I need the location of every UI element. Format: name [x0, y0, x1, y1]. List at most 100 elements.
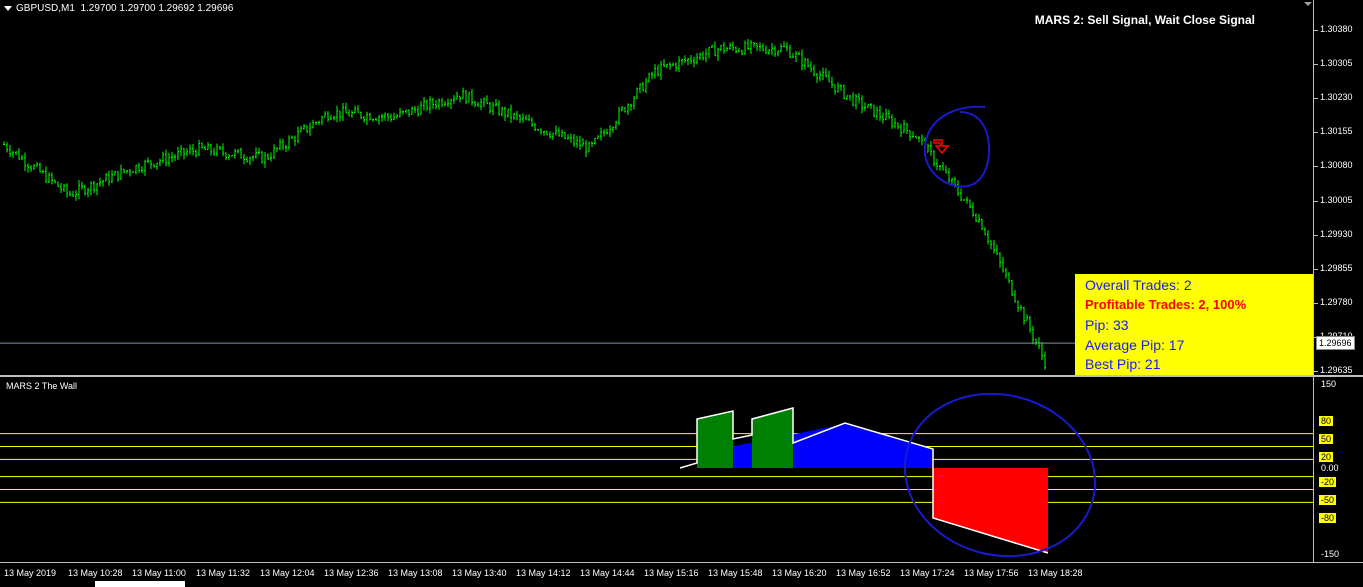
price-bar: [861, 95, 863, 114]
price-bar: [867, 103, 869, 109]
price-tick-label: 1.29855: [1320, 262, 1353, 273]
price-bar: [42, 169, 44, 174]
price-bar: [330, 114, 332, 120]
price-chart-pane[interactable]: GBPUSD,M1 1.29700 1.29700 1.29692 1.2969…: [0, 0, 1315, 375]
average-pip: Average Pip: 17: [1085, 337, 1185, 353]
indicator-chart[interactable]: [0, 377, 1313, 562]
price-bar: [57, 181, 59, 188]
price-bar: [183, 148, 185, 160]
indicator-pane[interactable]: MARS 2 The Wall: [0, 377, 1313, 562]
price-bar: [54, 179, 56, 184]
price-bar: [759, 42, 761, 52]
price-bar: [699, 52, 701, 61]
price-bar: [504, 106, 506, 122]
price-bar: [213, 147, 215, 156]
indicator-axis[interactable]: 150 80 50 20 0.00 -20 -50 -80 -150: [1313, 377, 1363, 562]
price-bar: [645, 77, 647, 94]
price-bar: [663, 59, 665, 68]
sell-arrow-icon[interactable]: [933, 139, 950, 155]
price-bar: [714, 41, 716, 57]
price-bar: [600, 127, 602, 141]
price-bar: [408, 109, 410, 117]
price-bar: [570, 133, 572, 143]
price-axis[interactable]: 1.30380 1.30305 1.30230 1.30155 1.30080 1.300…: [1313, 0, 1363, 375]
price-bars: [3, 39, 1046, 370]
price-tick-label: 1.30380: [1320, 24, 1353, 34]
price-bar: [345, 102, 347, 114]
profitable-trades: Profitable Trades: 2, 100%: [1085, 297, 1247, 312]
price-bar: [354, 105, 356, 114]
price-bar: [426, 99, 428, 111]
price-bar: [138, 162, 140, 173]
price-bar: [210, 143, 212, 156]
price-bar: [798, 51, 800, 55]
price-tick-mark: [1314, 64, 1318, 66]
price-bar: [1035, 338, 1037, 346]
price-bar: [675, 62, 677, 72]
indicator-tick-label: 20: [1319, 452, 1334, 462]
price-bar: [159, 158, 161, 167]
price-bar: [1023, 306, 1025, 325]
price-bar: [9, 144, 11, 158]
price-bar: [738, 47, 740, 53]
price-bar: [1005, 267, 1007, 279]
time-tick-label: 13 May 15:16: [644, 568, 699, 578]
price-bar: [552, 132, 554, 141]
price-bar: [771, 43, 773, 56]
price-bar: [678, 56, 680, 73]
price-bar: [1020, 304, 1022, 311]
price-tick-label: 1.30230: [1320, 92, 1353, 103]
pip-total: Pip: 33: [1085, 317, 1129, 333]
price-tick-mark: [1314, 166, 1318, 168]
time-axis[interactable]: 13 May 2019 13 May 10:28 13 May 11:00 13 Ma…: [0, 562, 1363, 587]
price-bar: [792, 53, 794, 58]
price-bar: [279, 138, 281, 151]
time-tick-label: 13 May 17:24: [900, 568, 955, 578]
price-bar: [489, 101, 491, 114]
price-bar: [513, 112, 515, 120]
price-tick-label: 1.29780: [1320, 296, 1353, 307]
price-bar: [48, 172, 50, 184]
price-bar: [12, 150, 14, 159]
price-bar: [429, 96, 431, 114]
price-bar: [90, 181, 92, 196]
chart-menu-icon[interactable]: [4, 5, 12, 11]
price-bar: [690, 55, 692, 64]
price-bar: [702, 51, 704, 61]
price-bar: [804, 57, 806, 70]
price-bar: [1032, 325, 1034, 345]
price-bar: [162, 151, 164, 164]
shift-marker-icon[interactable]: [1304, 2, 1312, 6]
time-tick-label: 13 May 11:32: [196, 568, 250, 578]
price-bar: [774, 45, 776, 57]
indicator-tick-label: 0.00: [1321, 463, 1339, 473]
indicator-tick-label: -150: [1321, 549, 1340, 559]
price-bar: [1002, 256, 1004, 273]
price-bar: [270, 152, 272, 162]
price-bar: [564, 131, 566, 140]
price-bar: [216, 143, 218, 157]
current-price-tag: 1.29696: [1316, 336, 1355, 351]
price-bar: [765, 45, 767, 55]
price-bar: [1041, 341, 1043, 361]
price-bar: [126, 170, 128, 174]
price-bar: [636, 87, 638, 100]
price-bar: [726, 46, 728, 52]
price-bar: [648, 72, 650, 83]
price-bar: [141, 166, 143, 174]
price-bar: [459, 95, 461, 103]
price-bar: [18, 148, 20, 160]
price-bar: [102, 180, 104, 187]
price-bar: [285, 144, 287, 152]
price-bar: [348, 109, 350, 117]
price-bar: [402, 110, 404, 115]
price-tick-mark: [1314, 302, 1318, 304]
price-bar: [999, 252, 1001, 268]
price-bar: [384, 112, 386, 121]
price-bar: [174, 154, 176, 162]
indicator-title: MARS 2 The Wall: [6, 381, 78, 391]
price-tick-label: 1.30155: [1320, 126, 1353, 137]
signal-annotation-circle: [923, 105, 990, 188]
price-bar: [510, 104, 512, 124]
horizontal-scrollbar[interactable]: [95, 581, 185, 587]
